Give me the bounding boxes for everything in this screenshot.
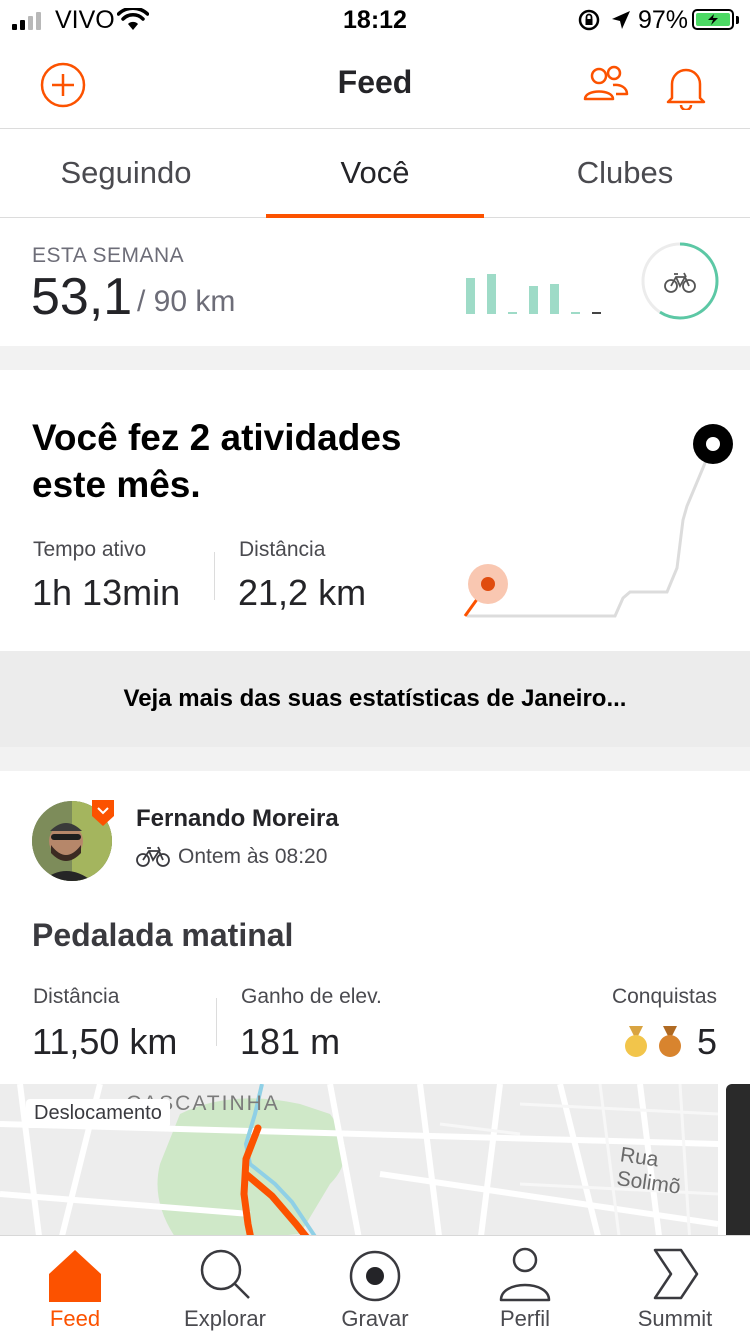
activity-distance-value: 11,50 km	[32, 1021, 178, 1062]
monthly-progress-graph	[463, 424, 733, 618]
commute-tag: Deslocamento	[26, 1099, 170, 1128]
weekly-progress-card[interactable]: ESTA SEMANA 53,1 / 90 km	[0, 219, 750, 346]
profile-icon	[499, 1247, 551, 1302]
tab-profile-label: Perfil	[499, 1306, 551, 1331]
activity-card[interactable]: Fernando Moreira Ontem às 08:20 Pedalada…	[0, 771, 750, 1235]
tab-clubes[interactable]: Clubes	[500, 130, 750, 218]
week-day-bar	[550, 284, 559, 314]
bottom-tab-bar: Feed Explorar Gravar Perfil Summit	[0, 1235, 750, 1334]
people-icon[interactable]	[583, 65, 629, 103]
achievements-label: Conquistas	[611, 985, 717, 1008]
week-distance-value: 53,1	[31, 268, 133, 326]
week-distance-goal: / 90 km	[137, 285, 236, 318]
tab-feed-label: Feed	[49, 1306, 101, 1331]
monthly-summary-card: Você fez 2 atividades este mês. Tempo at…	[0, 370, 750, 651]
rotation-lock-icon	[578, 9, 600, 31]
notifications-bell-icon[interactable]	[666, 64, 706, 110]
monthly-summary-title: Você fez 2 atividades este mês.	[32, 417, 402, 505]
location-icon	[612, 11, 630, 29]
gold-medal-icon	[624, 1026, 647, 1057]
elevation-value: 181 m	[240, 1021, 341, 1062]
search-icon	[200, 1249, 250, 1299]
record-icon	[349, 1250, 401, 1302]
week-label: ESTA SEMANA	[32, 244, 185, 267]
elevation-label: Ganho de elev.	[241, 985, 382, 1008]
tab-summit[interactable]: Summit	[600, 1236, 750, 1334]
week-day-bar	[529, 286, 538, 314]
activity-title[interactable]: Pedalada matinal	[32, 917, 293, 954]
tab-voce[interactable]: Você	[266, 130, 484, 218]
week-day-bar	[592, 312, 601, 314]
achievements: 5	[623, 1021, 717, 1063]
summit-icon	[653, 1248, 699, 1300]
tab-feed[interactable]: Feed	[0, 1236, 150, 1334]
bike-icon	[664, 272, 696, 293]
achievements-count: 5	[696, 1021, 717, 1062]
tab-profile[interactable]: Perfil	[450, 1236, 600, 1334]
distance-value: 21,2 km	[238, 572, 367, 613]
athlete-name[interactable]: Fernando Moreira	[136, 805, 339, 833]
active-time-label: Tempo ativo	[33, 538, 147, 561]
bike-icon	[136, 846, 170, 867]
bronze-medal-icon	[658, 1026, 681, 1057]
subscriber-badge-icon	[92, 800, 114, 826]
tab-record-label: Gravar	[341, 1306, 409, 1331]
tab-seguindo[interactable]: Seguindo	[0, 130, 252, 218]
battery-percent: 97%	[638, 6, 689, 34]
activity-distance-label: Distância	[33, 985, 120, 1008]
week-day-bar	[487, 274, 496, 314]
tab-explore-label: Explorar	[184, 1306, 266, 1331]
status-bar: VIVO 18:12 97%	[0, 0, 750, 40]
feed-tabs: Seguindo Você Clubes	[0, 130, 750, 218]
see-more-stats-link[interactable]: Veja mais das suas estatísticas de Janei…	[0, 651, 750, 747]
home-icon	[49, 1250, 101, 1302]
active-tab-indicator	[266, 214, 484, 218]
battery-icon	[692, 9, 734, 30]
weekly-goal-ring	[641, 242, 719, 320]
page-title: Feed	[337, 64, 413, 100]
active-time-value: 1h 13min	[32, 572, 181, 613]
distance-label: Distância	[239, 538, 326, 561]
next-media-preview[interactable]	[726, 1084, 750, 1235]
tab-summit-label: Summit	[637, 1306, 713, 1331]
activity-meta: Ontem às 08:20	[136, 845, 327, 869]
week-day-bar	[508, 312, 517, 314]
tab-explore[interactable]: Explorar	[150, 1236, 300, 1334]
activity-map[interactable]: CASCATINHA Rua Solimõ Deslocamento	[0, 1084, 718, 1235]
activity-timestamp: Ontem às 08:20	[178, 845, 328, 868]
week-day-bar	[571, 312, 580, 314]
tab-record[interactable]: Gravar	[300, 1236, 450, 1334]
top-navigation-bar: Feed	[0, 40, 750, 129]
week-day-bar	[466, 278, 475, 314]
weekly-bar-chart	[462, 274, 612, 314]
